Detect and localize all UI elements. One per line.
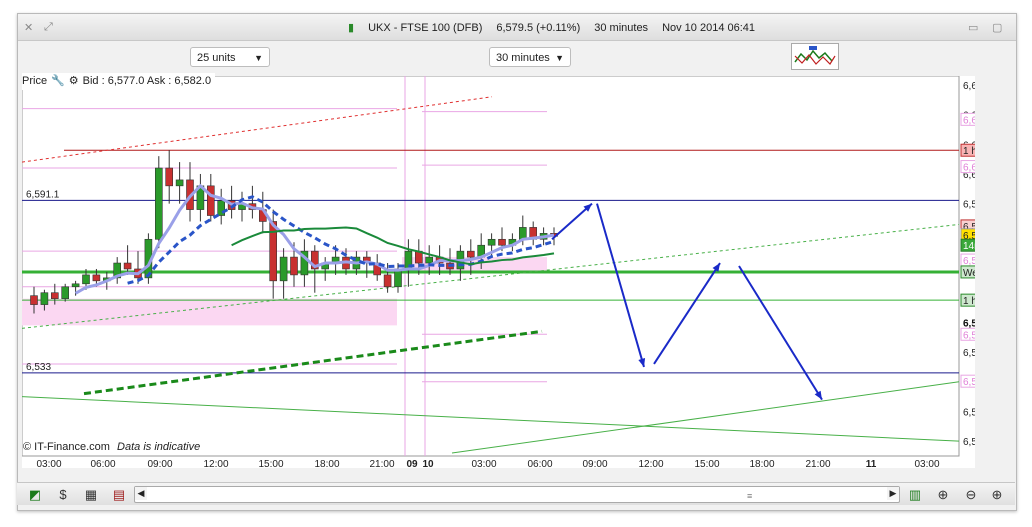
candle-body (82, 274, 90, 285)
datetime: Nov 10 2014 06:41 (662, 22, 756, 34)
bottom-toolbar: ◩ $ ▦ ▤ ◀ ≡ ▶ ▥ ⊕ ⊖ ⊕ (17, 482, 1015, 505)
candle-body (165, 167, 173, 187)
scroll-left-icon[interactable]: ◀ (135, 487, 147, 500)
candle-body (466, 250, 475, 258)
x-tick-label: 03:00 (471, 459, 496, 468)
price-tag-label: 1 hour (963, 146, 975, 157)
x-tick-label: 03:00 (914, 459, 939, 468)
maximize-icon[interactable]: ▢ (992, 21, 1002, 34)
units-select[interactable]: 25 units ▼ (190, 47, 270, 67)
zoom-in-icon[interactable]: ⊕ (989, 487, 1005, 503)
chevron-down-icon: ▼ (254, 53, 263, 63)
price-chart[interactable]: 6,591.16,5336,5106,5206,5306,5406,5506,5… (21, 75, 1000, 470)
level-label: 6,591.1 (26, 189, 60, 200)
candle-body (155, 167, 163, 240)
candle-body (92, 274, 101, 282)
y-tick-label: 6,590 (963, 200, 975, 211)
price-change: 6,579.5 (+0.11%) (496, 22, 581, 34)
settings-icon[interactable]: ⚙ (69, 75, 79, 87)
chart-zoom-icon[interactable]: ◩ (27, 487, 43, 503)
x-tick-label: 10 (422, 459, 434, 468)
chart-canvas[interactable]: 6,591.16,5336,5106,5206,5306,5406,5506,5… (21, 75, 1000, 470)
title-bar: ✕ ⤢ ▮ UKX - FTSE 100 (DFB) 6,579.5 (+0.11%… (18, 14, 1016, 41)
bid-ask: Bid : 6,577.0 Ask : 6,582.0 (82, 75, 212, 87)
candle-body (207, 185, 215, 216)
price-info: Price 🔧 ⚙ Bid : 6,577.0 Ask : 6,582.0 (22, 73, 216, 90)
level-label: 6,533 (26, 362, 51, 373)
toolbar: 25 units ▼ 30 minutes ▼ (18, 41, 1016, 75)
candle-body (290, 256, 298, 276)
price-tag-label: 6,550 (963, 318, 975, 329)
x-tick-label: 06:00 (527, 459, 552, 468)
interval-label: 30 minutes (594, 22, 649, 34)
scroll-right-icon[interactable]: ▶ (887, 487, 899, 500)
x-tick-label: 09:00 (147, 459, 172, 468)
close-icon[interactable]: ✕ (24, 21, 33, 34)
x-tick-label: 15:00 (258, 459, 283, 468)
price-tag-label: Weekly (963, 268, 975, 279)
x-tick-label: 11 (866, 459, 877, 468)
calculator-icon[interactable]: ▦ (83, 487, 99, 503)
candle-body (123, 262, 132, 270)
wrench-icon[interactable]: 🔧 (51, 75, 65, 87)
candle-body (30, 295, 38, 305)
zoom-out-icon[interactable]: ⊖ (963, 487, 979, 503)
candle-body (498, 238, 506, 246)
candle-body (383, 274, 392, 288)
x-tick-label: 15:00 (694, 459, 719, 468)
y-tick-label: 6,520 (963, 407, 975, 418)
dollar-icon[interactable]: $ (55, 487, 71, 503)
x-tick-label: 12:00 (203, 459, 228, 468)
price-tag-label: 6,602.5 (963, 163, 975, 174)
pink-zone (22, 298, 397, 326)
candle-body (269, 221, 277, 282)
x-tick-label: 03:00 (36, 459, 61, 468)
candle-body (50, 292, 59, 299)
candle-body (487, 238, 496, 246)
scroll-thumb[interactable]: ≡ (747, 491, 752, 501)
price-tag-label: 1 hour (963, 296, 975, 307)
price-tag-label: 14m49s (963, 241, 975, 252)
candle-body (279, 256, 288, 282)
copyright-note: © IT-Finance.com Data is indicative (23, 441, 201, 453)
x-tick-label: 21:00 (369, 459, 394, 468)
candle-body (71, 283, 80, 288)
x-tick-label: 21:00 (805, 459, 830, 468)
candle-body (40, 292, 49, 305)
price-label: Price (22, 75, 48, 87)
window-title: ▮ UKX - FTSE 100 (DFB) 6,579.5 (+0.11%) 30 … (348, 21, 769, 34)
chart-type-icon[interactable]: ▥ (907, 487, 923, 503)
table-icon[interactable]: ▤ (111, 487, 127, 503)
y-tick-label: 6,540 (963, 348, 975, 359)
price-tag-label: 6,546.0 (963, 330, 975, 341)
candle-body (175, 179, 184, 187)
x-tick-label: 06:00 (90, 459, 115, 468)
minimize-icon[interactable]: ▭ (968, 21, 978, 34)
indicators-button[interactable] (791, 43, 839, 70)
instrument-name: UKX - FTSE 100 (DFB) (368, 22, 483, 34)
y-tick-label: 6,630 (963, 81, 975, 92)
interval-select[interactable]: 30 minutes ▼ (489, 47, 571, 67)
chart-scrollbar[interactable]: ◀ ≡ ▶ (134, 486, 900, 503)
x-tick-label: 09:00 (582, 459, 607, 468)
price-tag-label: 6,571.0 (963, 256, 975, 267)
price-tag-label: 6,530.2 (963, 377, 975, 388)
chevron-down-icon: ▼ (555, 53, 564, 63)
candlestick-icon: ▮ (348, 22, 355, 34)
x-tick-label: 18:00 (749, 459, 774, 468)
pin-icon[interactable]: ⤢ (44, 21, 53, 34)
indicators-icon (794, 46, 836, 65)
y-tick-label: 6,510 (963, 437, 975, 448)
x-tick-label: 18:00 (314, 459, 339, 468)
zoom-fit-icon[interactable]: ⊕ (935, 487, 951, 503)
candle-body (425, 256, 434, 264)
x-tick-label: 12:00 (638, 459, 663, 468)
candle-body (61, 286, 70, 299)
x-tick-label: 09 (406, 459, 418, 468)
price-tag-label: 6,618.4 (963, 115, 975, 126)
